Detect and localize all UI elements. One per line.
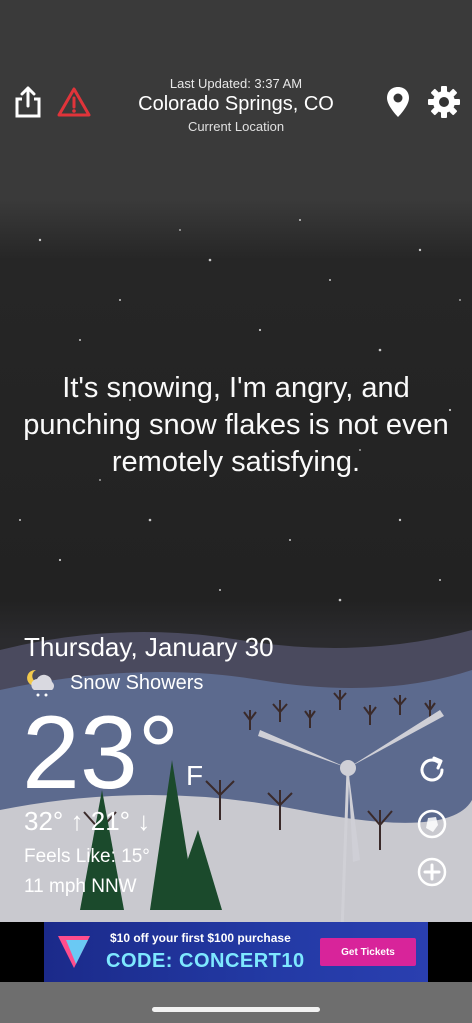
add-location-button[interactable] — [414, 854, 450, 890]
ad-banner[interactable]: $10 off your first $100 purchase CODE: C… — [0, 922, 472, 982]
condition-text: Snow Showers — [70, 671, 204, 694]
ad-content[interactable]: $10 off your first $100 purchase CODE: C… — [44, 922, 428, 982]
location-header[interactable]: Last Updated: 3:37 AM Colorado Springs, … — [100, 76, 372, 134]
ad-code-text: CODE: CONCERT10 — [106, 950, 305, 972]
current-temperature: 23° — [22, 695, 180, 811]
alert-button[interactable] — [54, 82, 94, 122]
condition-row: Snow Showers — [26, 668, 203, 698]
location-pin-icon — [387, 87, 409, 117]
refresh-icon — [420, 756, 444, 782]
high-low-temperature: 32° ↑ 21° ↓ — [24, 806, 151, 836]
add-icon — [417, 857, 447, 887]
share-icon — [15, 86, 41, 118]
alert-icon — [57, 87, 91, 117]
refresh-button[interactable] — [414, 752, 450, 788]
share-button[interactable] — [8, 82, 48, 122]
location-name: Colorado Springs, CO — [138, 93, 334, 115]
wind-speed: 11 mph NNW — [24, 876, 137, 897]
home-indicator[interactable] — [152, 1007, 320, 1012]
last-updated-label: Last Updated: 3:37 AM — [169, 76, 303, 91]
gear-icon — [428, 86, 460, 118]
temperature-unit: F — [186, 760, 204, 791]
settings-button[interactable] — [424, 82, 464, 122]
ad-offer-text: $10 off your first $100 purchase — [110, 931, 291, 945]
weather-message: It's snowing, I'm angry, and punching sn… — [23, 372, 449, 478]
current-location-label: Current Location — [187, 119, 285, 134]
radar-button[interactable] — [414, 806, 450, 842]
get-tickets-button[interactable]: Get Tickets — [320, 938, 416, 966]
forecast-date: Thursday, January 30 — [24, 632, 274, 662]
feels-like: Feels Like: 15° — [24, 846, 150, 867]
location-button[interactable] — [378, 82, 418, 122]
bottom-bar — [0, 982, 472, 1023]
radar-icon — [417, 809, 447, 839]
moon-cloud-snow-icon — [27, 669, 55, 697]
ad-logo-icon — [58, 936, 90, 968]
